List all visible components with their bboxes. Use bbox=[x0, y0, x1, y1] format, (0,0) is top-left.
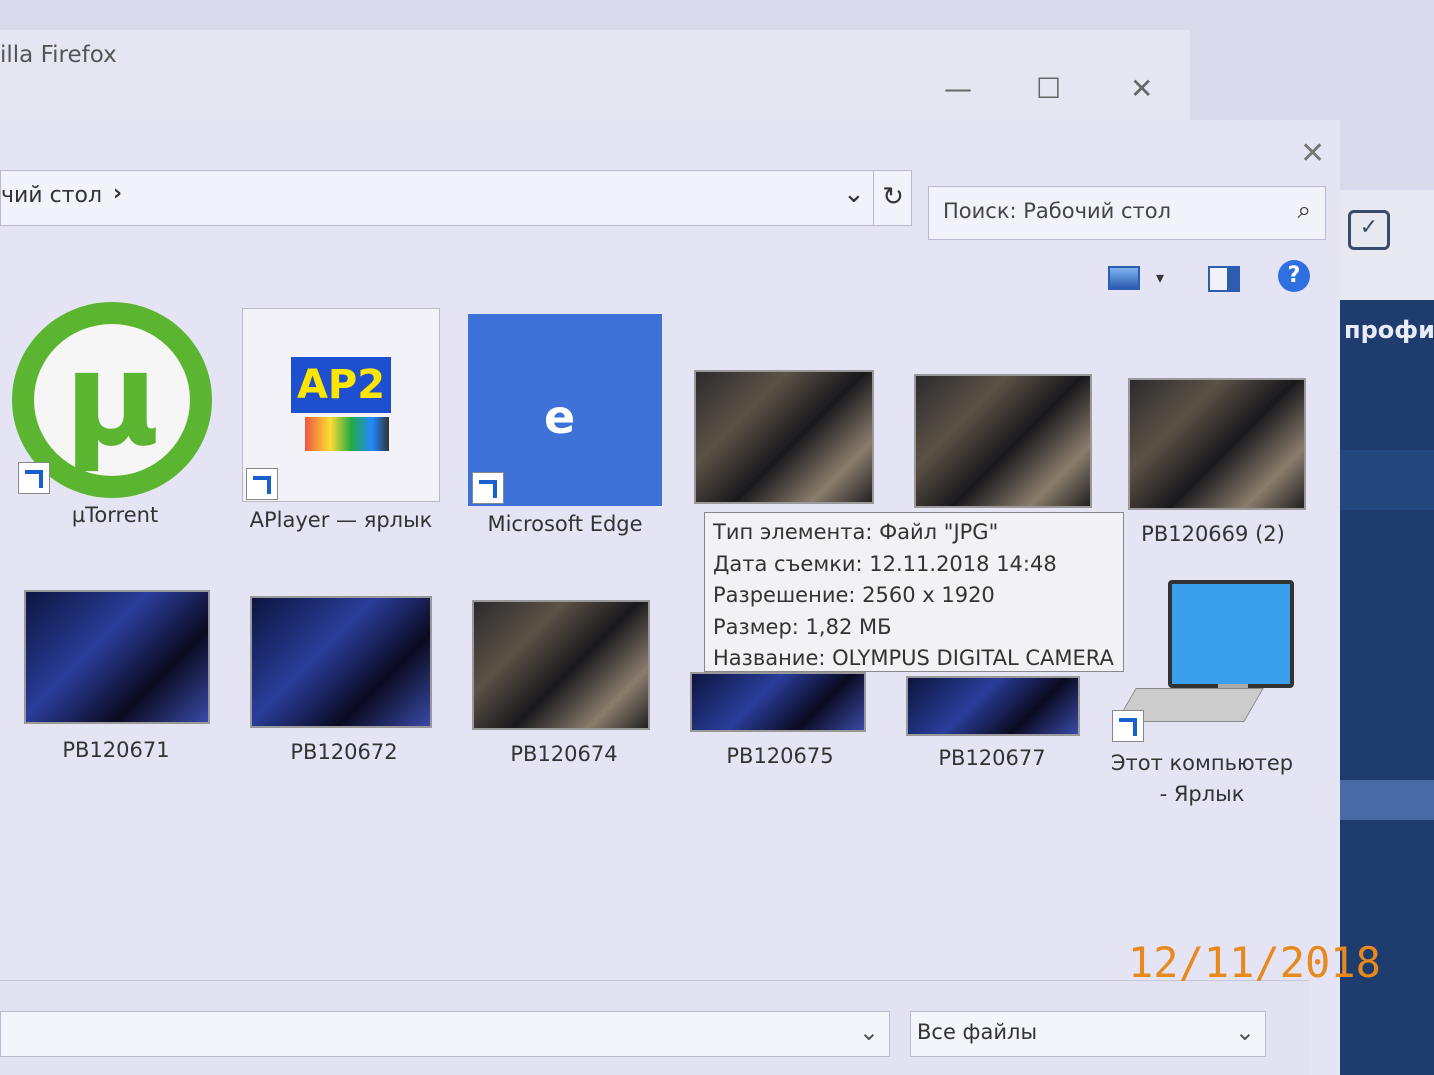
file-item-label[interactable]: PB120675 bbox=[680, 744, 880, 768]
aplayer-graphic bbox=[305, 417, 389, 451]
filetype-select[interactable]: Все файлы ⌄ bbox=[910, 1011, 1266, 1057]
photo-thumbnail[interactable] bbox=[914, 374, 1092, 508]
edge-logo: e bbox=[544, 390, 576, 444]
search-placeholder: Поиск: Рабочий стол bbox=[943, 199, 1172, 223]
utorrent-logo-glyph: µ bbox=[34, 324, 190, 476]
side-panel-block bbox=[1340, 450, 1434, 510]
file-item-label[interactable]: PB120671 bbox=[16, 738, 216, 762]
photo-thumbnail[interactable] bbox=[694, 370, 874, 504]
file-item-label[interactable]: PB120677 bbox=[892, 746, 1092, 770]
file-item-label[interactable]: Этот компьютер - Ярлык bbox=[1110, 748, 1294, 810]
minimize-button[interactable]: — bbox=[944, 72, 972, 105]
search-icon[interactable]: ⌕ bbox=[1298, 196, 1311, 224]
view-dropdown-icon[interactable]: ▾ bbox=[1156, 268, 1164, 287]
tooltip-resolution: Разрешение: 2560 x 1920 bbox=[713, 583, 995, 607]
filetype-selected: Все файлы bbox=[917, 1020, 1038, 1044]
shortcut-arrow-icon bbox=[246, 468, 278, 500]
tooltip-size: Размер: 1,82 МБ bbox=[713, 614, 892, 639]
firefox-title: illa Firefox bbox=[0, 42, 117, 68]
filename-input[interactable]: ⌄ bbox=[0, 1011, 890, 1057]
address-bar[interactable]: чий стол › ⌄ ↻ bbox=[0, 170, 912, 226]
file-item-label[interactable]: PB120672 bbox=[244, 740, 444, 764]
maximize-button[interactable]: ☐ bbox=[1036, 72, 1061, 105]
address-history-chevron-icon[interactable]: ⌄ bbox=[843, 179, 865, 209]
file-item-label[interactable]: µTorrent bbox=[10, 503, 220, 527]
file-item-label[interactable]: APlayer — ярлык bbox=[234, 508, 448, 532]
computer-icon[interactable] bbox=[1168, 580, 1294, 688]
photo-thumbnail[interactable] bbox=[250, 596, 432, 728]
shortcut-arrow-icon bbox=[472, 472, 504, 504]
shortcut-arrow-icon bbox=[18, 462, 50, 494]
refresh-button[interactable]: ↻ bbox=[873, 171, 912, 225]
file-info-tooltip: Тип элемента: Файл "JPG" Дата съемки: 12… bbox=[704, 512, 1124, 672]
help-button[interactable]: ? bbox=[1278, 260, 1310, 292]
camera-datestamp: 12/11/2018 bbox=[1128, 938, 1381, 987]
filename-dropdown-icon[interactable]: ⌄ bbox=[859, 1018, 879, 1046]
side-panel-toolbar: ✓ bbox=[1340, 190, 1434, 300]
breadcrumb-arrow-icon[interactable]: › bbox=[113, 181, 122, 206]
firefox-close-button[interactable]: ✕ bbox=[1130, 72, 1153, 105]
aplayer-logo: AP2 bbox=[291, 357, 391, 413]
photo-thumbnail[interactable] bbox=[1128, 378, 1306, 510]
photo-thumbnail[interactable] bbox=[906, 676, 1080, 736]
firefox-window-titlebar: illa Firefox — ☐ ✕ bbox=[0, 30, 1190, 121]
search-input[interactable]: Поиск: Рабочий стол ⌕ bbox=[928, 186, 1326, 240]
file-item-label[interactable]: PB120674 bbox=[464, 742, 664, 766]
file-item-label[interactable]: Microsoft Edge bbox=[460, 512, 670, 536]
side-panel-text: профи bbox=[1344, 316, 1434, 344]
file-item-label[interactable]: PB120669 (2) bbox=[1118, 522, 1308, 546]
tooltip-title: Название: OLYMPUS DIGITAL CAMERA bbox=[713, 646, 1114, 670]
side-panel-block-highlight bbox=[1340, 780, 1434, 820]
dialog-close-button[interactable]: ✕ bbox=[1300, 136, 1325, 171]
filetype-dropdown-icon[interactable]: ⌄ bbox=[1235, 1018, 1255, 1046]
photo-thumbnail[interactable] bbox=[472, 600, 650, 730]
photo-thumbnail[interactable] bbox=[690, 672, 866, 732]
dialog-footer: ⌄ Все файлы ⌄ bbox=[0, 980, 1310, 1075]
tooltip-type: Тип элемента: Файл "JPG" bbox=[713, 520, 999, 544]
preview-pane-icon[interactable] bbox=[1208, 266, 1240, 292]
breadcrumb[interactable]: чий стол bbox=[1, 183, 102, 208]
tooltip-date: Дата съемки: 12.11.2018 14:48 bbox=[713, 551, 1057, 576]
pocket-icon[interactable]: ✓ bbox=[1348, 210, 1390, 250]
shortcut-arrow-icon bbox=[1112, 710, 1144, 742]
change-view-icon[interactable] bbox=[1108, 266, 1140, 290]
photo-thumbnail[interactable] bbox=[24, 590, 210, 724]
monitor-screen: illa Firefox — ☐ ✕ ✓ профи ✕ чий стол › … bbox=[0, 0, 1434, 1075]
